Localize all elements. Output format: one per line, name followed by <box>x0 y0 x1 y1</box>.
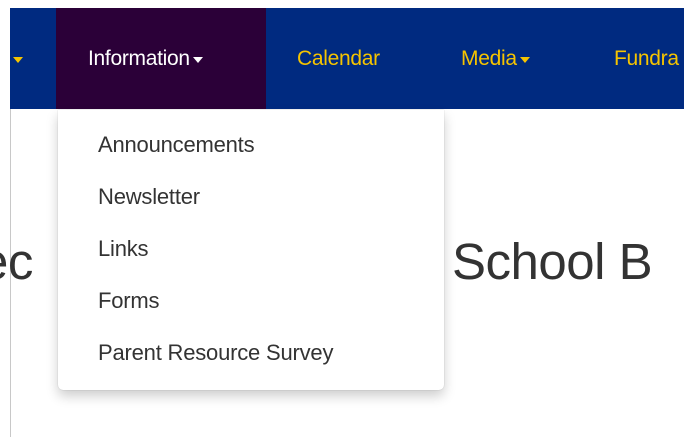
dropdown-list: Announcements Newsletter Links Forms Par… <box>58 110 444 387</box>
dropdown-item-parent-resource-survey[interactable]: Parent Resource Survey <box>58 335 444 387</box>
nav-item-calendar[interactable]: Calendar <box>297 8 380 109</box>
main-navbar: Information Calendar Media Fundra <box>10 8 684 109</box>
page: ec School B Information Calendar Media F… <box>0 0 684 437</box>
dropdown-item-forms[interactable]: Forms <box>58 283 444 335</box>
nav-item-fundraising-label: Fundra <box>614 46 679 70</box>
caret-down-icon <box>13 56 23 63</box>
nav-item-media[interactable]: Media <box>461 8 530 109</box>
nav-item-information[interactable]: Information <box>56 8 266 109</box>
page-heading-right-fragment: School B <box>452 233 653 290</box>
information-dropdown-menu: Announcements Newsletter Links Forms Par… <box>58 110 444 390</box>
page-heading-left-fragment: ec <box>0 233 33 290</box>
nav-item-calendar-label: Calendar <box>297 46 380 70</box>
dropdown-item-links[interactable]: Links <box>58 231 444 283</box>
caret-down-icon <box>192 56 203 63</box>
nav-item-partial[interactable] <box>10 8 50 109</box>
nav-item-information-label: Information <box>88 46 190 70</box>
caret-down-icon <box>519 56 530 63</box>
nav-item-media-label: Media <box>461 46 517 70</box>
dropdown-item-newsletter[interactable]: Newsletter <box>58 179 444 231</box>
nav-item-fundraising[interactable]: Fundra <box>614 8 679 109</box>
dropdown-item-announcements[interactable]: Announcements <box>58 127 444 179</box>
top-border <box>0 0 684 8</box>
